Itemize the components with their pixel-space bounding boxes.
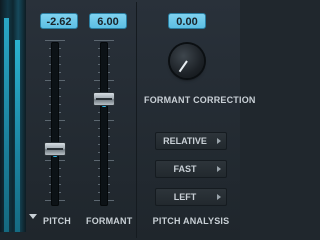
scale-tick	[45, 40, 65, 41]
formant-slider-handle[interactable]	[93, 92, 115, 107]
pitch-channel-select[interactable]: LEFT	[155, 188, 227, 206]
knob-indicator	[178, 60, 188, 73]
formant-value-readout[interactable]: 6.00	[89, 13, 127, 29]
pitch-mode-value: RELATIVE	[163, 136, 207, 146]
pitch-slider-track[interactable]	[51, 42, 59, 206]
pitch-value-readout[interactable]: -2.62	[40, 13, 78, 29]
scale-tick	[94, 40, 114, 41]
triangle-right-icon	[217, 166, 221, 172]
pitch-mode-select[interactable]: RELATIVE	[155, 132, 227, 150]
level-meter-bar-left	[4, 18, 9, 232]
level-meter-bar-right	[15, 40, 20, 232]
formant-correction-readout[interactable]: 0.00	[168, 13, 206, 29]
formant-correction-label: FORMANT CORRECTION	[144, 95, 256, 105]
triangle-down-icon[interactable]	[29, 214, 37, 219]
pitch-channel-value: LEFT	[173, 192, 197, 202]
triangle-right-icon	[217, 194, 221, 200]
formant-label: FORMANT	[86, 216, 133, 226]
pitch-analysis-label: PITCH ANALYSIS	[152, 216, 230, 226]
pitch-speed-value: FAST	[173, 164, 197, 174]
formant-slider-track[interactable]	[100, 42, 108, 206]
level-meter	[0, 0, 26, 232]
formant-correction-knob[interactable]	[170, 44, 204, 78]
triangle-right-icon	[217, 138, 221, 144]
pitch-speed-select[interactable]: FAST	[155, 160, 227, 178]
pitch-slider-handle[interactable]	[44, 141, 66, 156]
pitch-label: PITCH	[43, 216, 71, 226]
column-divider	[136, 2, 137, 238]
